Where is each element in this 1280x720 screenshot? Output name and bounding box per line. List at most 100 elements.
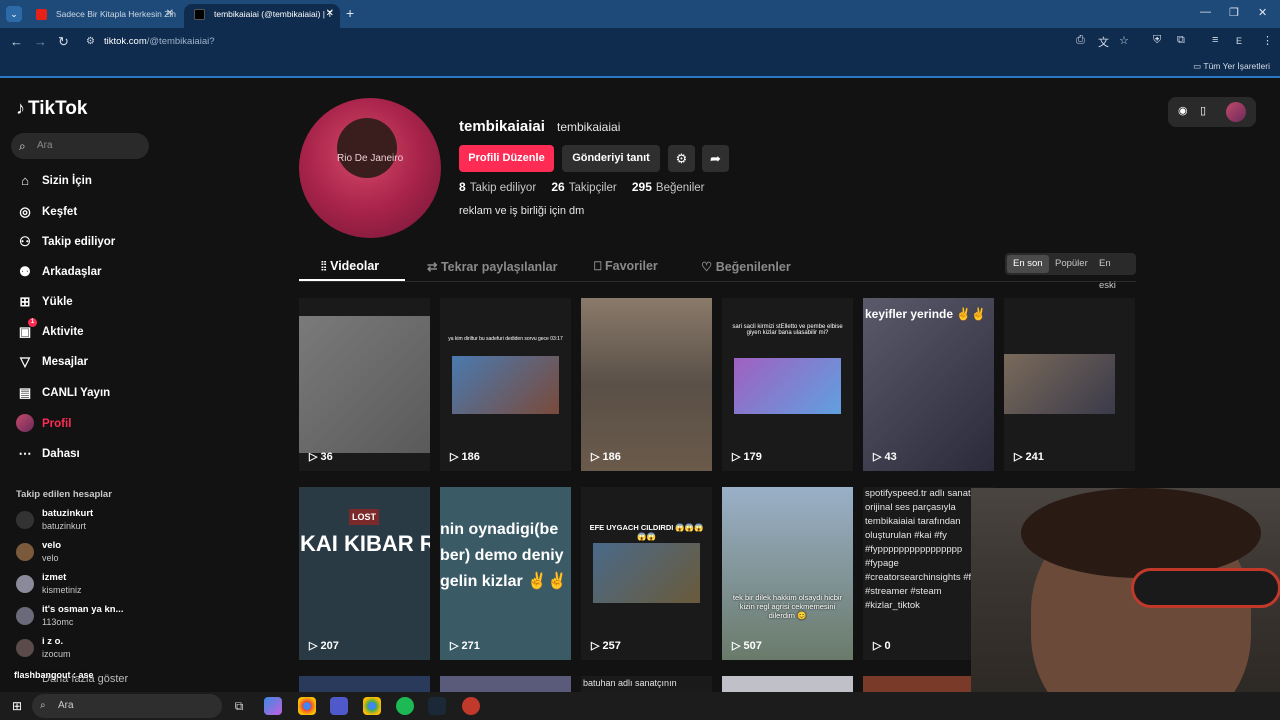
video-card[interactable]: batuhan adlı sanatçının bbox=[581, 676, 712, 692]
settings-gear-icon[interactable]: ⚙ bbox=[668, 145, 695, 172]
nav-friends[interactable]: ⚉ Arkadaşlar bbox=[16, 262, 101, 282]
chrome-icon[interactable] bbox=[298, 697, 316, 715]
video-card[interactable]: EFE UYGACH CILDIRDI 😱😱😱😱😱 ▷ 257 bbox=[581, 487, 712, 660]
video-card[interactable] bbox=[722, 676, 853, 692]
reload-icon[interactable]: ↻ bbox=[58, 34, 69, 50]
tiktok-favicon-icon bbox=[194, 9, 205, 20]
taskbar-search[interactable]: ⌕ Ara bbox=[32, 694, 222, 718]
nav-profile[interactable]: Profil bbox=[16, 414, 71, 434]
close-window-icon[interactable]: ✕ bbox=[1258, 6, 1267, 19]
tab-liked[interactable]: ♡ Beğenilenler bbox=[701, 259, 791, 274]
shield-extension-icon[interactable]: ⛨ bbox=[1153, 34, 1161, 47]
tab-favorites[interactable]: ⎕ Favoriler bbox=[594, 259, 658, 274]
spotify-icon[interactable] bbox=[396, 697, 414, 715]
sort-control: En son Popüler En eski bbox=[1005, 253, 1136, 291]
folder-icon: ▭ bbox=[1193, 61, 1204, 71]
nav-following[interactable]: ⚇ Takip ediliyor bbox=[16, 232, 115, 252]
following-account[interactable]: i z o. izocum bbox=[16, 636, 71, 662]
media-icon[interactable]: ≡ bbox=[1212, 34, 1218, 46]
close-tab-icon[interactable]: ✕ bbox=[166, 4, 174, 24]
copilot-icon[interactable] bbox=[264, 697, 282, 715]
restore-icon[interactable]: ❐ bbox=[1229, 6, 1239, 19]
search-icon: ⌕ bbox=[19, 139, 26, 153]
video-thumbnail bbox=[734, 358, 841, 414]
video-card[interactable]: LOST KAI KIBAR R ▷ 207 bbox=[299, 487, 430, 660]
video-card[interactable]: ▷ 241 bbox=[1004, 298, 1135, 471]
profile-avatar[interactable]: E bbox=[1236, 36, 1242, 46]
minimize-icon[interactable]: — bbox=[1200, 6, 1211, 18]
following-account[interactable]: batuzinkurt batuzinkurt bbox=[16, 508, 93, 534]
steam-icon[interactable] bbox=[428, 697, 446, 715]
video-card[interactable] bbox=[440, 676, 571, 692]
nav-for-you[interactable]: ⌂ Sizin İçin bbox=[16, 171, 92, 191]
stat-following[interactable]: 8 Takip ediliyor bbox=[459, 180, 536, 194]
tiktok-logo[interactable]: ♪ TikTok bbox=[16, 98, 87, 120]
promote-post-button[interactable]: Gönderiyi tanıt bbox=[562, 145, 660, 172]
bookmark-star-icon[interactable]: ☆ bbox=[1119, 34, 1129, 47]
all-bookmarks-folder[interactable]: ▭ Tüm Yer İşaretleri bbox=[1193, 61, 1270, 72]
following-account[interactable]: it's osman ya kn... 113omc bbox=[16, 604, 123, 630]
nav-live[interactable]: ▤ CANLI Yayın bbox=[16, 383, 110, 403]
video-card[interactable]: sari sacli kirmizi stElletto ve pembe el… bbox=[722, 298, 853, 471]
lost-label: LOST bbox=[349, 509, 379, 525]
nav-explore[interactable]: ◎ Keşfet bbox=[16, 202, 77, 222]
profile-avatar-large[interactable]: Rio De Janeiro bbox=[299, 98, 441, 238]
sort-oldest[interactable]: En eski bbox=[1093, 253, 1136, 291]
task-view-icon[interactable]: ⧉ bbox=[230, 697, 248, 715]
menu-kebab-icon[interactable]: ⋮ bbox=[1262, 34, 1273, 47]
active-tab-underline bbox=[299, 279, 405, 281]
view-count: ▷ 186 bbox=[591, 451, 621, 463]
nav-messages[interactable]: ▽ Mesajlar bbox=[16, 352, 88, 372]
teams-icon[interactable] bbox=[330, 697, 348, 715]
sort-latest[interactable]: En son bbox=[1007, 255, 1049, 273]
tiktok-note-icon: ♪ bbox=[16, 98, 25, 118]
chrome-active-icon[interactable] bbox=[363, 697, 381, 715]
video-card[interactable]: keyifler yerinde ✌️✌️ ▷ 43 bbox=[863, 298, 994, 471]
tab-reposts[interactable]: ⇄ Tekrar paylaşılanlar bbox=[427, 259, 557, 274]
app-icon[interactable] bbox=[462, 697, 480, 715]
nav-upload[interactable]: ⊞ Yükle bbox=[16, 292, 73, 312]
view-count: ▷ 507 bbox=[732, 640, 762, 652]
avatar bbox=[16, 511, 34, 529]
following-account[interactable]: izmet kismetiniz bbox=[16, 572, 82, 598]
live-icon: ▤ bbox=[18, 385, 32, 400]
compass-icon: ◎ bbox=[19, 204, 31, 219]
edit-profile-button[interactable]: Profili Düzenle bbox=[459, 145, 554, 172]
back-icon[interactable]: ← bbox=[10, 34, 23, 49]
site-info-icon[interactable]: ⚙ bbox=[86, 36, 95, 47]
user-avatar[interactable] bbox=[1226, 102, 1246, 122]
nav-more[interactable]: ⋯ Dahası bbox=[16, 444, 80, 464]
extensions-icon[interactable]: ⧉ bbox=[1177, 34, 1185, 47]
streamer-hair bbox=[1021, 488, 1261, 578]
profile-stats: 8 Takip ediliyor 26 Takipçiler 295 Beğenile… bbox=[459, 180, 717, 194]
browser-tab-2[interactable]: tembikaiaiai (@tembikaiaiai) | T ✕ bbox=[184, 4, 340, 28]
search-input[interactable]: ⌕ Ara bbox=[11, 133, 149, 159]
new-tab-icon[interactable]: + bbox=[346, 5, 354, 21]
address-bar[interactable]: tiktok.com/@tembikaiaiai? bbox=[78, 31, 1144, 53]
close-tab-icon[interactable]: ✕ bbox=[326, 4, 334, 24]
video-card[interactable]: ya kim diriltur bu sadefuri dediden sorv… bbox=[440, 298, 571, 471]
video-card[interactable]: ▷ 186 bbox=[581, 298, 712, 471]
translate-icon[interactable]: 文 bbox=[1098, 34, 1109, 50]
more-icon: ⋯ bbox=[18, 446, 32, 461]
stat-likes: 295 Beğeniler bbox=[631, 180, 705, 194]
tab-videos[interactable]: ⦙⦙ Videolar bbox=[321, 259, 379, 274]
following-account[interactable]: velo velo bbox=[16, 540, 61, 566]
video-card[interactable]: nin oynadigi(be ber) demo deniy gelin ki… bbox=[440, 487, 571, 660]
windows-start-icon[interactable]: ⊞ bbox=[8, 697, 26, 715]
share-icon[interactable]: ➦ bbox=[702, 145, 729, 172]
video-card[interactable]: tek bir dilek hakkim olsaydi hicbir kizi… bbox=[722, 487, 853, 660]
video-card[interactable]: ▷ 36 bbox=[299, 298, 430, 471]
install-app-icon[interactable]: ⎙ bbox=[1076, 34, 1085, 47]
avatar-photo bbox=[337, 118, 397, 178]
browser-tab-1[interactable]: Sadece Bir Kitapla Herkesin Zih ✕ bbox=[26, 4, 180, 28]
nav-activity[interactable]: ▣ 1 Aktivite bbox=[16, 318, 84, 342]
search-icon: ⌕ bbox=[40, 700, 46, 711]
sort-popular[interactable]: Popüler bbox=[1049, 253, 1094, 275]
tab-search-button[interactable]: ⌄ bbox=[6, 6, 22, 22]
coin-icon[interactable]: ◉ bbox=[1178, 104, 1188, 117]
video-card[interactable] bbox=[299, 676, 430, 692]
stat-followers[interactable]: 26 Takipçiler bbox=[551, 180, 616, 194]
forward-icon[interactable]: → bbox=[34, 34, 47, 49]
phone-icon[interactable]: ▯ bbox=[1200, 104, 1206, 117]
